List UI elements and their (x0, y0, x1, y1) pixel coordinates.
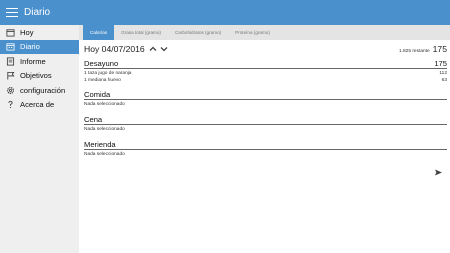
sidebar-item-label: Diario (20, 42, 40, 52)
tab-bar: Calorías Grasa total (gramo) Carbohidrat… (79, 25, 450, 40)
meal-cena[interactable]: Cena Nada seleccionado (84, 112, 447, 133)
meal-header: Desayuno 175 (84, 56, 447, 69)
sidebar-item-configuracion[interactable]: configuración (0, 83, 79, 98)
sidebar-item-diario[interactable]: Diario (0, 39, 79, 54)
meal-title: Comida (84, 90, 111, 99)
remaining-calories: 1.825 restante 175 (399, 44, 447, 54)
sidebar: Hoy Diario Informe Objetivos configuraci… (0, 25, 79, 253)
tab-proteina[interactable]: Proteína (gramo) (228, 25, 277, 40)
remaining-value: 175 (432, 44, 447, 54)
sidebar-item-label: Informe (20, 56, 46, 66)
food-calories: 63 (441, 77, 447, 83)
empty-message: Nada seleccionado (84, 151, 125, 157)
meal-merienda[interactable]: Merienda Nada seleccionado (84, 137, 447, 158)
meal-desayuno[interactable]: Desayuno 175 1 taza jugo de naranja 112 … (84, 56, 447, 83)
sidebar-item-acerca-de[interactable]: Acerca de (0, 98, 79, 113)
meal-header: Comida (84, 87, 447, 100)
meal-header: Merienda (84, 137, 447, 150)
sidebar-item-label: Objetivos (20, 71, 52, 81)
hamburger-icon[interactable] (6, 8, 18, 17)
question-icon (5, 100, 15, 110)
tab-grasa-total[interactable]: Grasa total (gramo) (114, 25, 168, 40)
title-bar: Diario (0, 0, 450, 25)
date-label: Hoy 04/07/2016 (84, 44, 145, 54)
meal-total: 175 (434, 59, 447, 68)
sidebar-item-label: Acerca de (20, 100, 55, 110)
chevron-up-icon[interactable] (149, 45, 157, 53)
send-icon[interactable] (434, 164, 443, 176)
sidebar-item-hoy[interactable]: Hoy (0, 25, 79, 40)
calendar-icon (5, 27, 15, 37)
sidebar-item-label: configuración (20, 85, 66, 95)
food-calories: 112 (439, 71, 447, 77)
tab-calorias[interactable]: Calorías (83, 25, 115, 40)
empty-message: Nada seleccionado (84, 126, 125, 132)
sidebar-item-objetivos[interactable]: Objetivos (0, 69, 79, 84)
meal-title: Desayuno (84, 59, 119, 68)
food-name: 1 mediana huevo (84, 77, 121, 83)
flag-icon (5, 71, 15, 81)
chevron-down-icon[interactable] (160, 45, 168, 53)
food-item[interactable]: 1 mediana huevo 63 (84, 77, 447, 83)
app-title: Diario (24, 7, 51, 18)
meal-title: Merienda (84, 140, 116, 149)
report-icon (5, 56, 15, 66)
meal-header: Cena (84, 112, 447, 125)
meal-title: Cena (84, 115, 103, 124)
sidebar-item-label: Hoy (20, 27, 34, 37)
food-name: 1 taza jugo de naranja (84, 71, 132, 77)
tab-carbohidratos[interactable]: Carbohidratos (gramo) (168, 25, 228, 40)
date-bar: Hoy 04/07/2016 1.825 restante 175 (84, 42, 447, 56)
calendar-grid-icon (5, 42, 15, 52)
main-content: Calorías Grasa total (gramo) Carbohidrat… (79, 25, 450, 253)
meal-comida[interactable]: Comida Nada seleccionado (84, 87, 447, 108)
remaining-label: 1.825 restante (398, 49, 430, 54)
gear-icon (5, 85, 15, 95)
sidebar-item-informe[interactable]: Informe (0, 54, 79, 69)
empty-message: Nada seleccionado (84, 101, 125, 107)
